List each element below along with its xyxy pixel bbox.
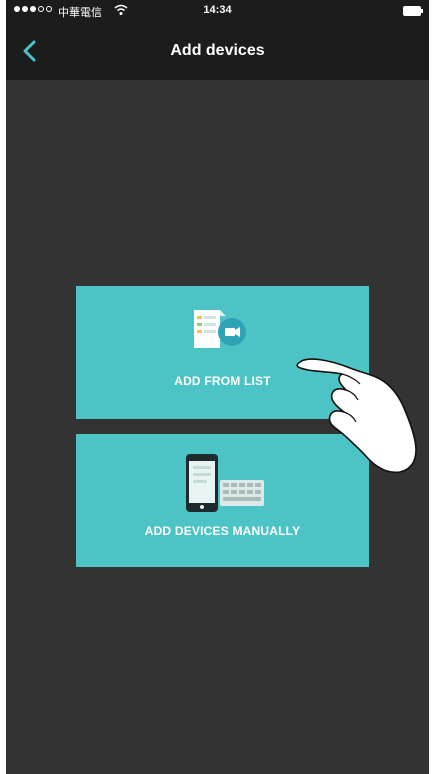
phone-keyboard-icon bbox=[186, 454, 264, 512]
add-from-list-label: ADD FROM LIST bbox=[174, 374, 271, 388]
add-devices-manually-button[interactable]: ADD DEVICES MANUALLY bbox=[76, 434, 369, 567]
status-time: 14:34 bbox=[203, 4, 232, 16]
status-bar: 中華電信 14:34 bbox=[6, 0, 429, 22]
device-list-icon bbox=[194, 310, 246, 348]
add-devices-manually-label: ADD DEVICES MANUALLY bbox=[144, 524, 301, 538]
page-title: Add devices bbox=[170, 42, 265, 59]
battery-icon bbox=[403, 6, 423, 16]
options-container: ADD FROM LIST ADD DEVICES MANUALLY bbox=[6, 80, 429, 774]
add-from-list-button[interactable]: ADD FROM LIST bbox=[76, 286, 369, 419]
navigation-bar: Add devices bbox=[6, 22, 429, 80]
app-screen: 中華電信 14:34 Add devices ADD FROM LIST ADD… bbox=[6, 0, 429, 774]
